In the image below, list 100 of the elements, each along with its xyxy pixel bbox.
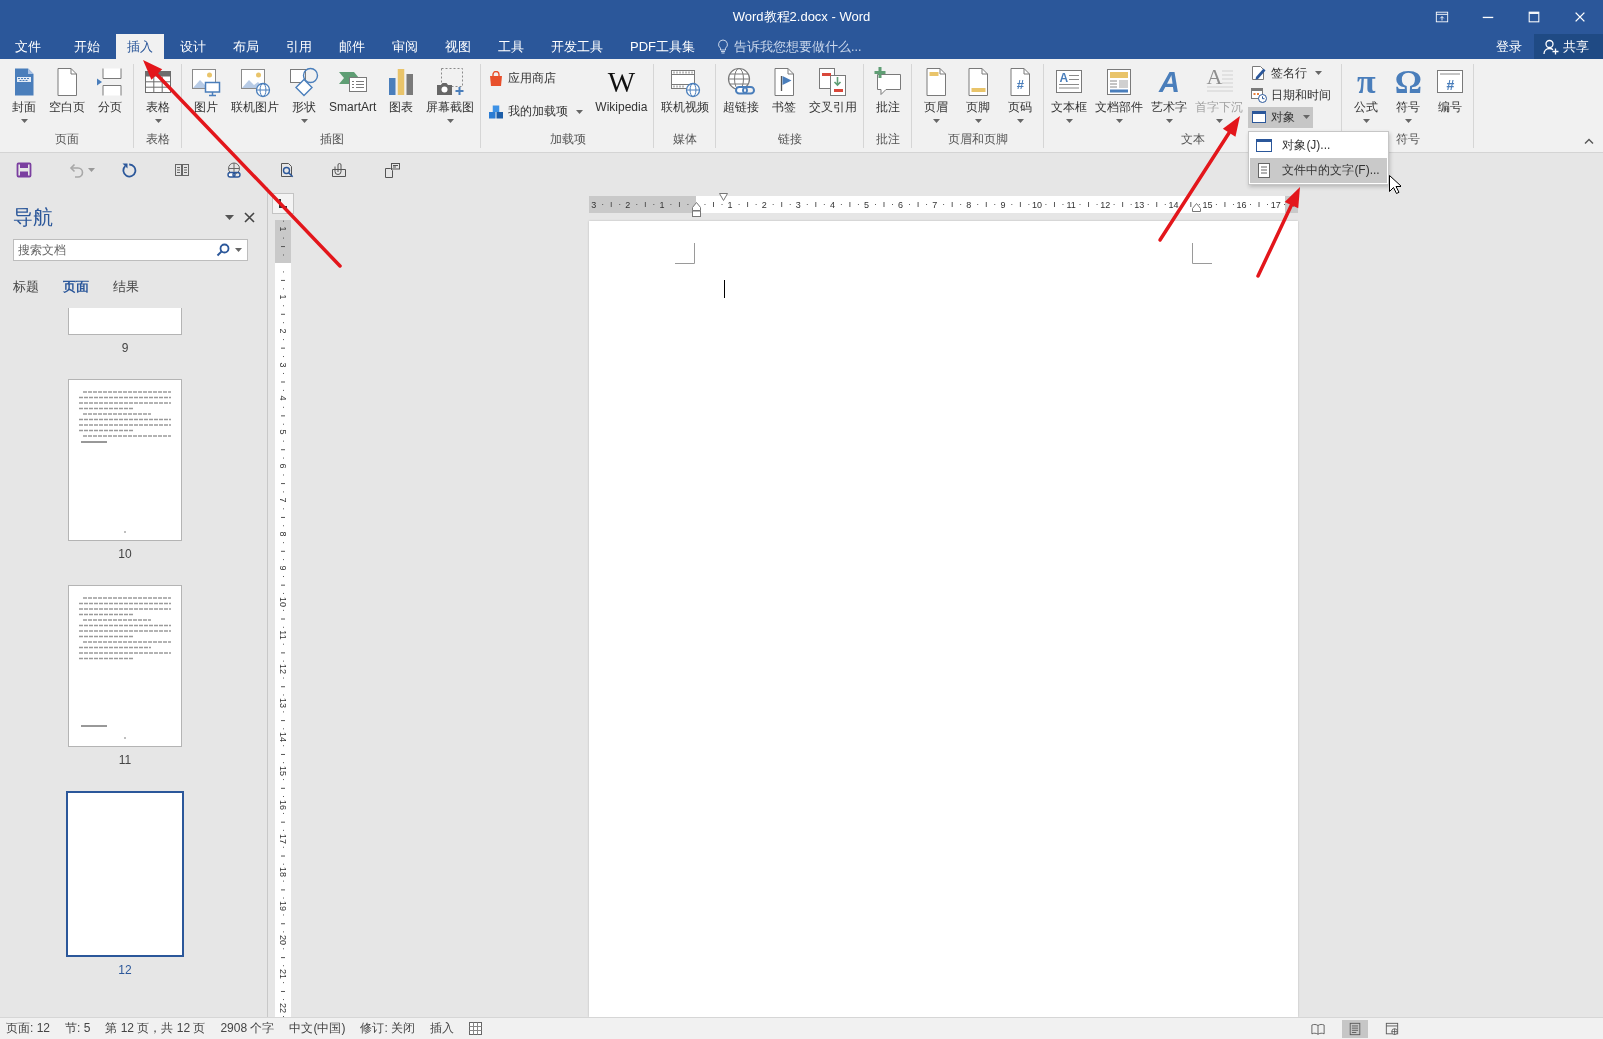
ruler-number: 18 — [278, 867, 288, 878]
ruler-number: 20 — [278, 935, 288, 946]
ribbon-button[interactable]: 超链接 — [720, 62, 763, 128]
nav-tab[interactable]: 标题 — [13, 279, 39, 295]
nav-tab[interactable]: 页面 — [63, 279, 89, 295]
ruler-number: 21 — [278, 969, 288, 980]
ribbon-button[interactable]: 封面 — [4, 62, 44, 128]
ribbon-button[interactable]: 图片 — [186, 62, 226, 128]
ruler-number: 2 — [761, 199, 767, 210]
ribbon-button[interactable]: 文档部件 — [1092, 62, 1147, 128]
ribbon-tab[interactable]: 视图 — [434, 34, 482, 59]
tell-me-field[interactable]: 告诉我您想要做什么... — [734, 37, 884, 56]
screenshot-camera-icon — [434, 66, 467, 98]
ribbon-button[interactable]: 签名行 — [1248, 62, 1335, 84]
page-number: 11 — [118, 753, 132, 767]
ribbon-tab[interactable]: 审阅 — [381, 34, 429, 59]
lightbulb-icon — [717, 39, 729, 54]
ribbon-button[interactable]: 日期和时间 — [1248, 84, 1335, 106]
dropdown-caret-icon[interactable] — [225, 214, 234, 220]
ribbon-button[interactable]: 图表 — [381, 62, 422, 128]
ribbon-button[interactable]: 批注 — [868, 62, 909, 128]
share-button[interactable]: 共享 — [1534, 34, 1603, 59]
ribbon-button[interactable]: 屏幕截图 — [423, 62, 478, 128]
page-number: 10 — [118, 547, 132, 561]
ribbon-button[interactable]: SmartArt — [326, 62, 380, 128]
caret-icon[interactable] — [235, 248, 242, 252]
ribbon-tab[interactable]: 引用 — [275, 34, 323, 59]
ribbon-options-icon[interactable] — [1435, 10, 1449, 24]
indent-marker-icon[interactable] — [691, 202, 701, 217]
ribbon-button[interactable]: A 文本框 — [1048, 62, 1091, 128]
w-logo-icon: W — [605, 66, 638, 98]
ruler-number: 19 — [278, 901, 288, 912]
ribbon-tab[interactable]: 设计 — [169, 34, 217, 59]
ribbon-button[interactable]: 交叉引用 — [806, 62, 861, 128]
chevron-up-icon[interactable] — [1584, 138, 1594, 144]
page-view-icon[interactable] — [1342, 1019, 1368, 1038]
ruler-number: 6 — [898, 199, 904, 210]
group-label: 链接 — [778, 131, 803, 147]
ribbon-button[interactable]: 联机视频 — [658, 62, 713, 128]
ribbon-button[interactable]: # 编号 — [1430, 62, 1471, 128]
ribbon-button[interactable]: 联机图片 — [228, 62, 282, 128]
ribbon-tab[interactable]: 插入 — [116, 34, 164, 59]
ribbon-button[interactable]: # 页码 — [1000, 62, 1041, 128]
ribbon-button[interactable]: 书签 — [764, 62, 805, 128]
omega-icon: Ω — [1392, 66, 1425, 98]
menu-item[interactable]: 对象(J)... — [1250, 132, 1387, 158]
ribbon-button[interactable]: 空白页 — [46, 62, 88, 128]
nav-tab[interactable]: 结果 — [113, 279, 139, 295]
ribbon-button[interactable]: 应用商店 — [485, 68, 587, 89]
page-thumbnail[interactable] — [68, 308, 182, 335]
ribbon-button[interactable]: 页脚 — [958, 62, 999, 128]
ribbon-tab[interactable]: 邮件 — [328, 34, 376, 59]
indent-marker-icon[interactable] — [1191, 203, 1201, 212]
indent-marker-icon[interactable] — [718, 193, 728, 201]
status-item: 中文(中国) — [289, 1020, 346, 1037]
ribbon-button[interactable]: 页眉 — [916, 62, 957, 128]
ruler-number: 2 — [278, 328, 288, 334]
ruler-number: 13 — [1134, 199, 1145, 210]
person-plus-icon — [1543, 38, 1559, 55]
ribbon-button[interactable]: 形状 — [284, 62, 324, 128]
ribbon-button[interactable]: 分页 — [90, 62, 130, 128]
search-icon[interactable] — [216, 243, 230, 257]
ribbon-tab[interactable]: 开发工具 — [540, 34, 614, 59]
ribbon-tab[interactable]: 布局 — [222, 34, 270, 59]
close-icon[interactable] — [244, 211, 255, 223]
ruler-number: 11 — [278, 630, 288, 641]
ribbon-button[interactable]: 对象 — [1248, 106, 1314, 128]
ruler-number: 1 — [727, 199, 733, 210]
ribbon-tab[interactable]: 工具 — [487, 34, 535, 59]
sign-in-link[interactable]: 登录 — [1484, 34, 1534, 59]
window-icon — [1255, 136, 1274, 154]
ruler-number: 1 — [659, 199, 665, 210]
picture-globe-icon — [239, 66, 271, 98]
ribbon-tab[interactable]: 文件 — [4, 34, 52, 59]
shapes-icon — [288, 66, 320, 98]
group-label: 批注 — [876, 131, 901, 147]
menu-item[interactable]: 文件中的文字(F)... — [1250, 157, 1387, 183]
ribbon-button[interactable]: π 公式 — [1346, 62, 1387, 128]
ribbon-button[interactable]: 我的加载项 — [485, 101, 587, 122]
search-field[interactable]: 搜索文档 — [13, 239, 248, 261]
page-thumbnail[interactable] — [68, 585, 182, 747]
ruler-number: 9 — [278, 565, 288, 571]
grid-page-icon[interactable] — [469, 1022, 483, 1035]
group-label: 页眉和页脚 — [948, 131, 1009, 147]
group-label: 加载项 — [549, 131, 586, 147]
ribbon-tab[interactable]: PDF工具集 — [619, 34, 706, 59]
paperclip-icon — [331, 162, 347, 178]
ribbon-button[interactable]: W Wikipedia — [592, 62, 651, 128]
ruler-number: 15 — [1202, 199, 1213, 210]
ribbon-button[interactable]: Ω 符号 — [1388, 62, 1429, 128]
maximize-icon[interactable] — [1527, 10, 1541, 24]
ruler-number: 3 — [795, 199, 801, 210]
ribbon-button[interactable]: A 艺术字 — [1148, 62, 1191, 128]
ribbon-tab[interactable]: 开始 — [63, 34, 111, 59]
ruler-number: 17 — [1270, 199, 1281, 210]
page-thumbnail[interactable] — [68, 379, 182, 541]
calendar-clock-icon — [1251, 87, 1268, 103]
group-label: 文本 — [1181, 131, 1206, 147]
page-thumbnail[interactable] — [66, 791, 184, 957]
pen-page-icon — [1251, 65, 1268, 81]
